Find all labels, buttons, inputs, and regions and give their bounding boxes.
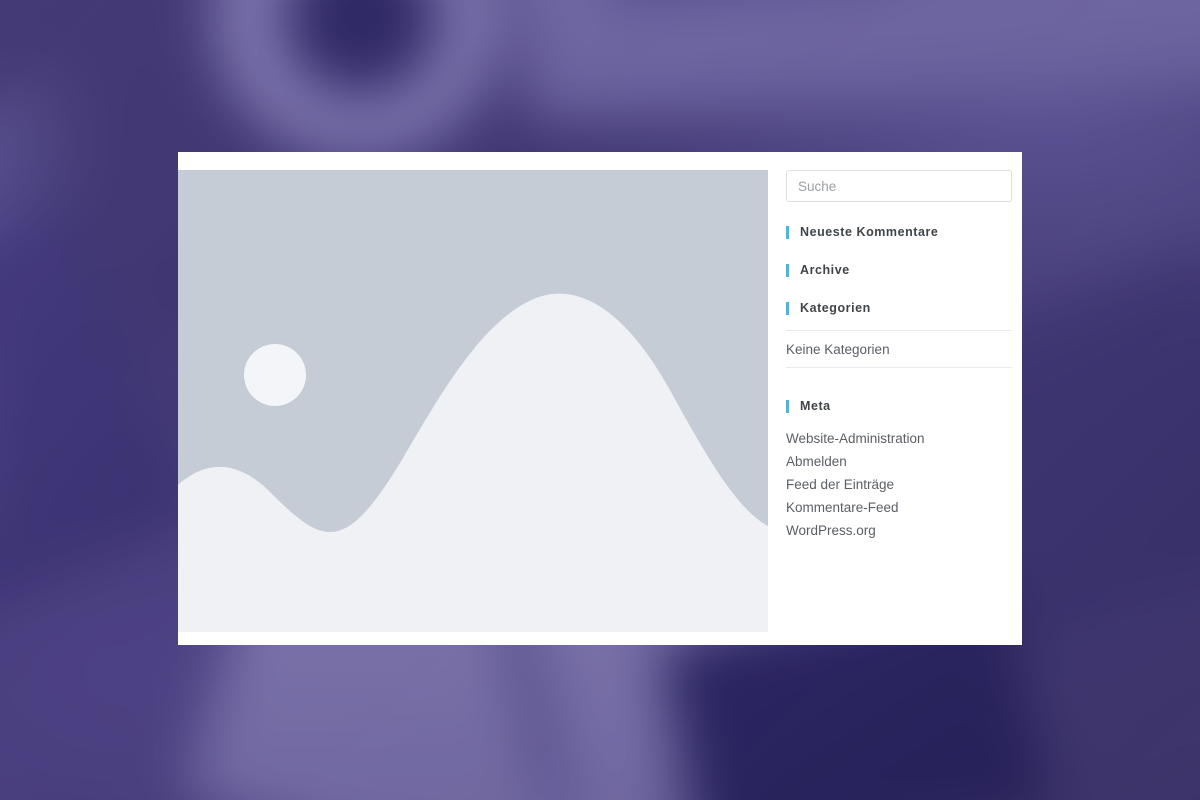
- widget-title-label: Kategorien: [800, 301, 871, 315]
- list-item: Kommentare-Feed: [786, 496, 1012, 519]
- widget-recent-comments: Neueste Kommentare: [786, 224, 1012, 240]
- widget-title-label: Meta: [800, 399, 831, 413]
- title-accent-bar-icon: [786, 399, 789, 413]
- widget-title-archives: Archive: [786, 262, 1012, 278]
- list-item: Website-Administration: [786, 427, 1012, 450]
- content-card: Neueste Kommentare Archive Kategorien Ke…: [178, 152, 1022, 645]
- search-input[interactable]: [786, 170, 1012, 202]
- meta-link-site-admin[interactable]: Website-Administration: [786, 428, 925, 449]
- list-item: Keine Kategorien: [786, 342, 890, 357]
- widget-title-recent-comments: Neueste Kommentare: [786, 224, 1012, 240]
- category-list: Keine Kategorien: [786, 330, 1012, 368]
- widget-title-label: Neueste Kommentare: [800, 225, 939, 239]
- title-accent-bar-icon: [786, 225, 789, 239]
- widget-archives: Archive: [786, 262, 1012, 278]
- widget-title-meta: Meta: [786, 398, 1012, 414]
- image-placeholder-icon: [178, 170, 768, 632]
- meta-link-wordpress-org[interactable]: WordPress.org: [786, 520, 876, 541]
- meta-link-comments-feed[interactable]: Kommentare-Feed: [786, 497, 899, 518]
- widget-meta: Meta Website-Administration Abmelden Fee…: [786, 398, 1012, 542]
- list-item: WordPress.org: [786, 519, 1012, 542]
- meta-link-list: Website-Administration Abmelden Feed der…: [786, 427, 1012, 542]
- sidebar: Neueste Kommentare Archive Kategorien Ke…: [768, 152, 1022, 645]
- list-item: Feed der Einträge: [786, 473, 1012, 496]
- widget-body-categories: Keine Kategorien: [786, 330, 1012, 368]
- title-accent-bar-icon: [786, 301, 789, 315]
- meta-link-logout[interactable]: Abmelden: [786, 451, 847, 472]
- widget-title-label: Archive: [800, 263, 850, 277]
- widget-categories: Kategorien Keine Kategorien: [786, 300, 1012, 368]
- list-item: Abmelden: [786, 450, 1012, 473]
- widget-title-categories: Kategorien: [786, 300, 1012, 316]
- main-content-column: [178, 152, 768, 645]
- meta-link-entries-feed[interactable]: Feed der Einträge: [786, 474, 894, 495]
- title-accent-bar-icon: [786, 263, 789, 277]
